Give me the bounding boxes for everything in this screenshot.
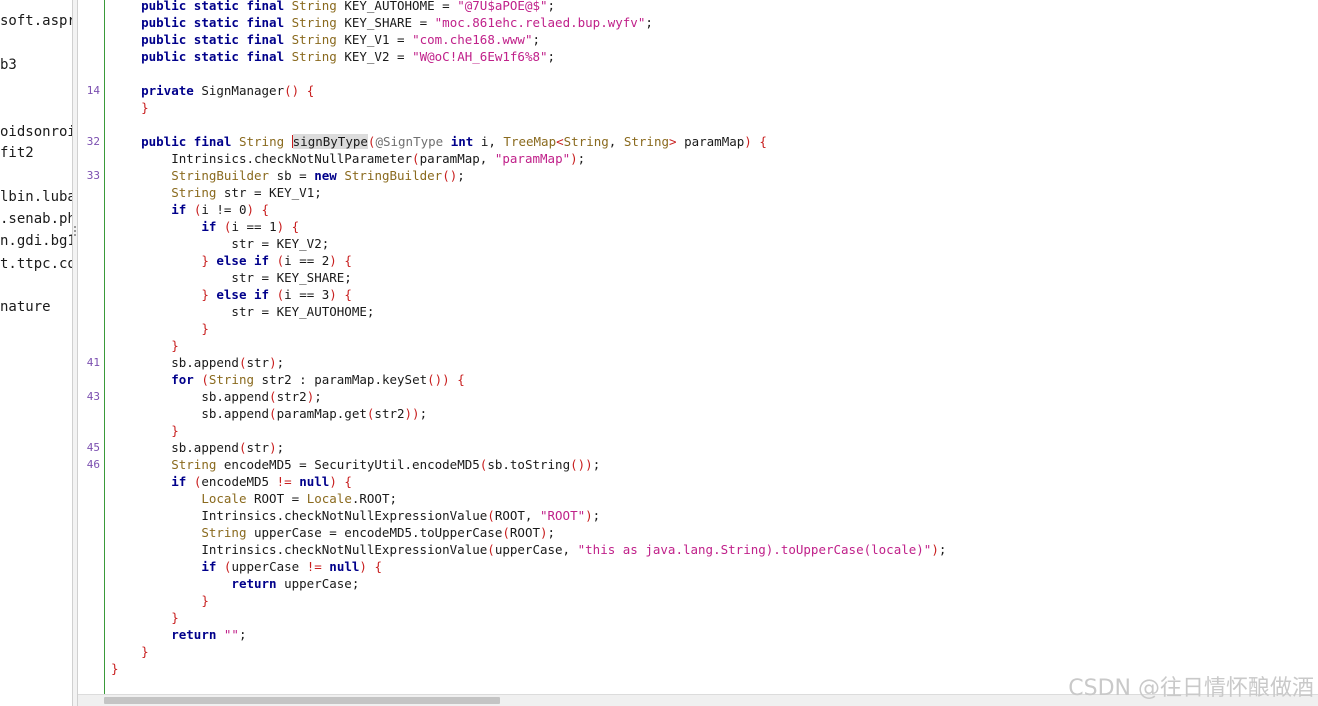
code-line: public static final String KEY_SHARE = "…: [141, 15, 653, 30]
code-line: String str = KEY_V1;: [171, 185, 322, 200]
code-line: Locale ROOT = Locale.ROOT;: [201, 491, 397, 506]
code-line: }: [201, 321, 209, 336]
line-number: 46: [86, 458, 100, 471]
tree-item[interactable]: nature: [0, 299, 51, 316]
tree-item[interactable]: lbin.luba: [0, 189, 72, 206]
line-number: 41: [86, 356, 100, 369]
code-line: private SignManager() {: [141, 83, 315, 98]
code-line: for (String str2 : paramMap.keySet()) {: [171, 372, 465, 387]
code-line: str = KEY_SHARE;: [231, 270, 352, 285]
code-line: if (encodeMD5 != null) {: [171, 474, 352, 489]
code-line: sb.append(paramMap.get(str2));: [201, 406, 428, 421]
selected-identifier[interactable]: signByType: [292, 134, 368, 149]
code-line: sb.append(str);: [171, 355, 285, 370]
code-line: Intrinsics.checkNotNullExpressionValue(u…: [201, 542, 947, 557]
code-line: Intrinsics.checkNotNullExpressionValue(R…: [201, 508, 601, 523]
splitter-grip-icon: [74, 226, 76, 238]
line-number: 43: [86, 390, 100, 403]
code-line: Intrinsics.checkNotNullParameter(paramMa…: [171, 151, 586, 166]
code-line: public static final String KEY_AUTOHOME …: [141, 0, 556, 13]
tree-item[interactable]: t.ttpc.co: [0, 256, 72, 273]
tree-item[interactable]: soft.aspr: [0, 13, 72, 30]
line-number: 14: [86, 84, 100, 97]
code-line: str = KEY_V2;: [231, 236, 330, 251]
code-line: if (upperCase != null) {: [201, 559, 382, 574]
code-line: public final String signByType(@SignType…: [141, 134, 767, 149]
code-line: }: [201, 593, 209, 608]
code-line: }: [171, 423, 179, 438]
code-line: return upperCase;: [231, 576, 360, 591]
project-tree-panel[interactable]: soft.aspr b3 oidsonroi fit2 lbin.luba .s…: [0, 0, 72, 706]
code-line: public static final String KEY_V2 = "W@o…: [141, 49, 556, 64]
line-number: 45: [86, 441, 100, 454]
scrollbar-thumb[interactable]: [104, 697, 500, 704]
tree-item[interactable]: b3: [0, 57, 17, 74]
code-line: String upperCase = encodeMD5.toUpperCase…: [201, 525, 556, 540]
tree-item[interactable]: fit2: [0, 145, 34, 162]
code-line: String encodeMD5 = SecurityUtil.encodeMD…: [171, 457, 601, 472]
code-line: sb.append(str);: [171, 440, 285, 455]
code-line: if (i == 1) {: [201, 219, 300, 234]
code-line: sb.append(str2);: [201, 389, 322, 404]
code-line: }: [171, 338, 179, 353]
code-line: }: [141, 100, 149, 115]
code-editor[interactable]: public static final String KEY_AUTOHOME …: [111, 0, 1318, 694]
tree-item[interactable]: .senab.ph: [0, 211, 72, 228]
code-line: if (i != 0) {: [171, 202, 270, 217]
code-line: } else if (i == 3) {: [201, 287, 352, 302]
tree-item[interactable]: n.gdi.bg1: [0, 233, 72, 250]
tree-item[interactable]: oidsonroi: [0, 124, 72, 141]
code-line: }: [111, 661, 119, 676]
code-line: str = KEY_AUTOHOME;: [231, 304, 375, 319]
line-number-gutter: [78, 0, 104, 694]
code-line: }: [171, 610, 179, 625]
gutter-divider: [104, 0, 105, 694]
line-number: 33: [86, 169, 100, 182]
code-line: StringBuilder sb = new StringBuilder();: [171, 168, 465, 183]
code-line: } else if (i == 2) {: [201, 253, 352, 268]
code-line: }: [141, 644, 149, 659]
code-line: public static final String KEY_V1 = "com…: [141, 32, 541, 47]
line-number: 32: [86, 135, 100, 148]
watermark: CSDN @往日情怀酿做酒: [1068, 676, 1314, 701]
code-line: return "";: [171, 627, 247, 642]
